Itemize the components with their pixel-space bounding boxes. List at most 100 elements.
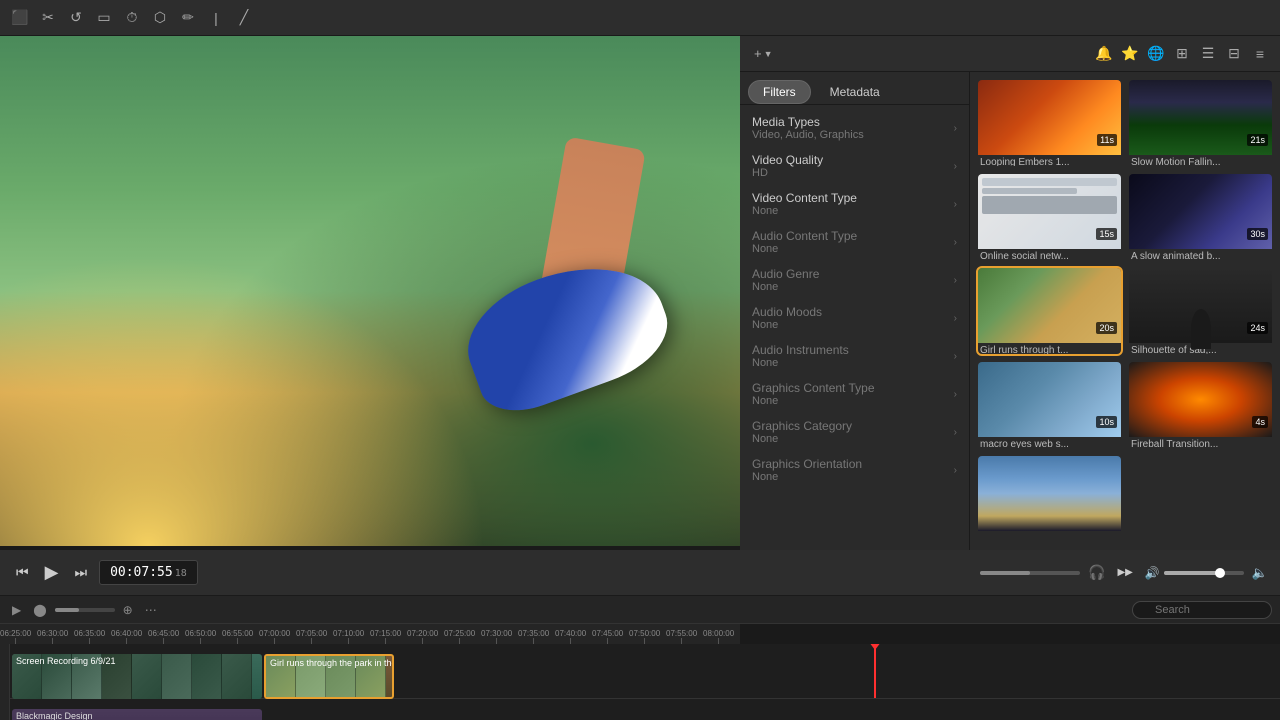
filter-item-graphics-orientation[interactable]: Graphics Orientation None › — [740, 451, 969, 489]
volume-control: 🔊 — [1145, 566, 1244, 580]
bell-icon[interactable]: 🔔 — [1092, 42, 1116, 66]
filter-list: Media Types Video, Audio, Graphics › Vid… — [740, 105, 969, 550]
filter-item-audio-moods[interactable]: Audio Moods None › — [740, 299, 969, 337]
timeline-search-input[interactable] — [1132, 601, 1272, 619]
thumb-label: Online social netw... — [978, 249, 1121, 260]
blackmagic-label: Blackmagic Design — [16, 711, 93, 720]
right-toolbar: + ▼ 🔔 ⭐ 🌐 ⊞ ☰ ⊟ ≡ — [740, 36, 1280, 72]
timeline-controls: ▶ ⬤ ⊕ ⋯ 🔍 — [0, 596, 1280, 624]
grid2-icon[interactable]: ⊟ — [1222, 42, 1246, 66]
thumb-label: macro eyes web s... — [978, 437, 1121, 448]
clip-girl-runs[interactable]: Girl runs through the park in the — [264, 654, 394, 699]
route-button[interactable]: ▶▶ — [1113, 563, 1136, 582]
mute-icon[interactable]: 🔈 — [1252, 565, 1268, 581]
monitor-icon[interactable]: ▭ — [92, 6, 116, 30]
ruler-mark: 06:30:00 — [37, 629, 68, 644]
media-item-slow-animated[interactable]: 30s A slow animated b... — [1129, 174, 1272, 260]
timeline-tracks: Screen Recording 6/9/21 — [10, 644, 1280, 720]
globe-icon[interactable]: 🌐 — [1144, 42, 1168, 66]
search-wrapper: 🔍 — [1132, 601, 1272, 619]
refresh-icon[interactable]: ↺ — [64, 6, 88, 30]
ruler-mark: 07:30:00 — [481, 629, 512, 644]
ruler-mark: 07:15:00 — [370, 629, 401, 644]
list-icon[interactable]: ☰ — [1196, 42, 1220, 66]
timeline-ruler: 06:25:0006:30:0006:35:0006:40:0006:45:00… — [0, 624, 740, 644]
video-preview — [0, 36, 740, 546]
ruler-mark: 07:00:00 — [259, 629, 290, 644]
chevron-right-icon: › — [954, 465, 957, 476]
add-button[interactable]: + ▼ — [748, 44, 779, 63]
pencil-icon[interactable]: ✏ — [176, 6, 200, 30]
timeline-zoom-slider[interactable] — [55, 608, 115, 612]
tab-filters[interactable]: Filters — [748, 80, 811, 104]
timeline-zoom-in[interactable]: ⊕ — [119, 601, 137, 619]
grid-icon[interactable]: ⊞ — [1170, 42, 1194, 66]
ruler-mark: 06:50:00 — [185, 629, 216, 644]
right-content: Filters Metadata Media Types Video, Audi… — [740, 72, 1280, 550]
ruler-mark: 06:40:00 — [111, 629, 142, 644]
chevron-right-icon: › — [954, 199, 957, 210]
audio-track: Blackmagic Design — [10, 699, 1280, 720]
clock-icon[interactable]: ⏱ — [120, 6, 144, 30]
bottom-area: ⏮ ▶ ⏭ 00:07:5518 🎧 ▶▶ 🔊 🔈 ▶ ⬤ ⊕ ⋯ — [0, 550, 1280, 720]
ruler-mark: 07:50:00 — [629, 629, 660, 644]
timeline-area: Screen Recording 6/9/21 — [0, 644, 1280, 720]
thumb-duration: 15s — [1096, 228, 1117, 240]
timeline-zoom-out[interactable]: ▶ — [8, 601, 25, 619]
media-item-silhouette[interactable]: 24s Silhouette of sad,... — [1129, 268, 1272, 354]
thumb-label: Girl runs through t... — [978, 343, 1121, 354]
filter-item-audio-instruments[interactable]: Audio Instruments None › — [740, 337, 969, 375]
skip-back-button[interactable]: ⏮ — [12, 560, 33, 585]
filter-item-media-types[interactable]: Media Types Video, Audio, Graphics › — [740, 109, 969, 147]
media-item-city-view[interactable] — [978, 456, 1121, 542]
scissors-icon[interactable]: ✂ — [36, 6, 60, 30]
media-item-slow-motion[interactable]: 21s Slow Motion Fallin... — [1129, 80, 1272, 166]
clip-blackmagic[interactable]: Blackmagic Design — [12, 709, 262, 720]
marker-icon[interactable]: | — [204, 6, 228, 30]
ruler-mark: 07:05:00 — [296, 629, 327, 644]
filters-tabs: Filters Metadata — [740, 72, 969, 105]
chevron-right-icon: › — [954, 427, 957, 438]
ruler-mark: 07:45:00 — [592, 629, 623, 644]
media-item-online-social[interactable]: 15s Online social netw... — [978, 174, 1121, 260]
play-button[interactable]: ▶ — [41, 558, 63, 587]
thumb-duration: 24s — [1247, 322, 1268, 334]
playback-slider[interactable] — [980, 571, 1080, 575]
filter-item-audio-genre[interactable]: Audio Genre None › — [740, 261, 969, 299]
thumb-duration: 21s — [1247, 134, 1268, 146]
chevron-right-icon: › — [954, 389, 957, 400]
thumb-duration: 30s — [1247, 228, 1268, 240]
media-icon[interactable]: ⬛ — [8, 6, 32, 30]
node-icon[interactable]: ⬡ — [148, 6, 172, 30]
filter-item-video-quality[interactable]: Video Quality HD › — [740, 147, 969, 185]
filter-item-audio-content-type[interactable]: Audio Content Type None › — [740, 223, 969, 261]
ruler-mark: 07:40:00 — [555, 629, 586, 644]
blade-icon[interactable]: ╱ — [232, 6, 256, 30]
chevron-right-icon: › — [954, 351, 957, 362]
timeline-more[interactable]: ⋯ — [141, 601, 161, 619]
volume-slider[interactable] — [1164, 571, 1244, 575]
thumb-label: Looping Embers 1... — [978, 155, 1121, 166]
filter-item-video-content-type[interactable]: Video Content Type None › — [740, 185, 969, 223]
clip-screen-recording[interactable]: Screen Recording 6/9/21 — [12, 654, 262, 699]
media-item-looping-embers[interactable]: 11s Looping Embers 1... — [978, 80, 1121, 166]
timeline-fit[interactable]: ⬤ — [29, 601, 50, 619]
menu-icon[interactable]: ≡ — [1248, 42, 1272, 66]
timecode-display: 00:07:5518 — [99, 560, 198, 585]
tab-metadata[interactable]: Metadata — [815, 80, 895, 104]
filter-item-graphics-content-type[interactable]: Graphics Content Type None › — [740, 375, 969, 413]
filters-panel: Filters Metadata Media Types Video, Audi… — [740, 72, 970, 550]
media-item-girl-runs[interactable]: 20s Girl runs through t... — [978, 268, 1121, 354]
ruler-mark: 07:25:00 — [444, 629, 475, 644]
thumb-label: Fireball Transition... — [1129, 437, 1272, 448]
playhead — [874, 644, 876, 698]
media-item-macro-eyes[interactable]: 10s macro eyes web s... — [978, 362, 1121, 448]
star-icon[interactable]: ⭐ — [1118, 42, 1142, 66]
filter-item-graphics-category[interactable]: Graphics Category None › — [740, 413, 969, 451]
skip-forward-button[interactable]: ⏭ — [70, 560, 91, 585]
clip-screen-recording-label: Screen Recording 6/9/21 — [16, 656, 116, 666]
thumb-label: Slow Motion Fallin... — [1129, 155, 1272, 166]
volume-icon: 🔊 — [1145, 566, 1160, 580]
media-grid: 11s Looping Embers 1... 21s Slow Motion … — [970, 72, 1280, 550]
media-item-fireball[interactable]: 4s Fireball Transition... — [1129, 362, 1272, 448]
